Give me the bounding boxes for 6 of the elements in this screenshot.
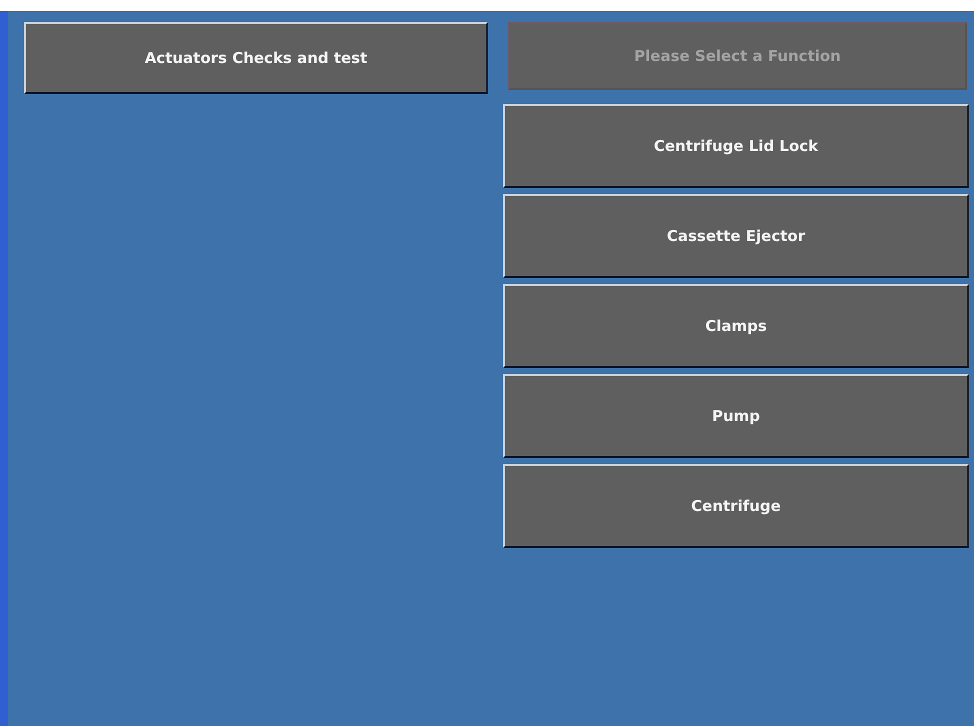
function-button[interactable]: Centrifuge (503, 464, 969, 548)
function-button[interactable]: Cassette Ejector (503, 194, 969, 278)
actuators-checks-button[interactable]: Actuators Checks and test (24, 22, 488, 94)
function-button[interactable]: Pump (503, 374, 969, 458)
function-button[interactable]: Centrifuge Lid Lock (503, 104, 969, 188)
function-button[interactable]: Clamps (503, 284, 969, 368)
